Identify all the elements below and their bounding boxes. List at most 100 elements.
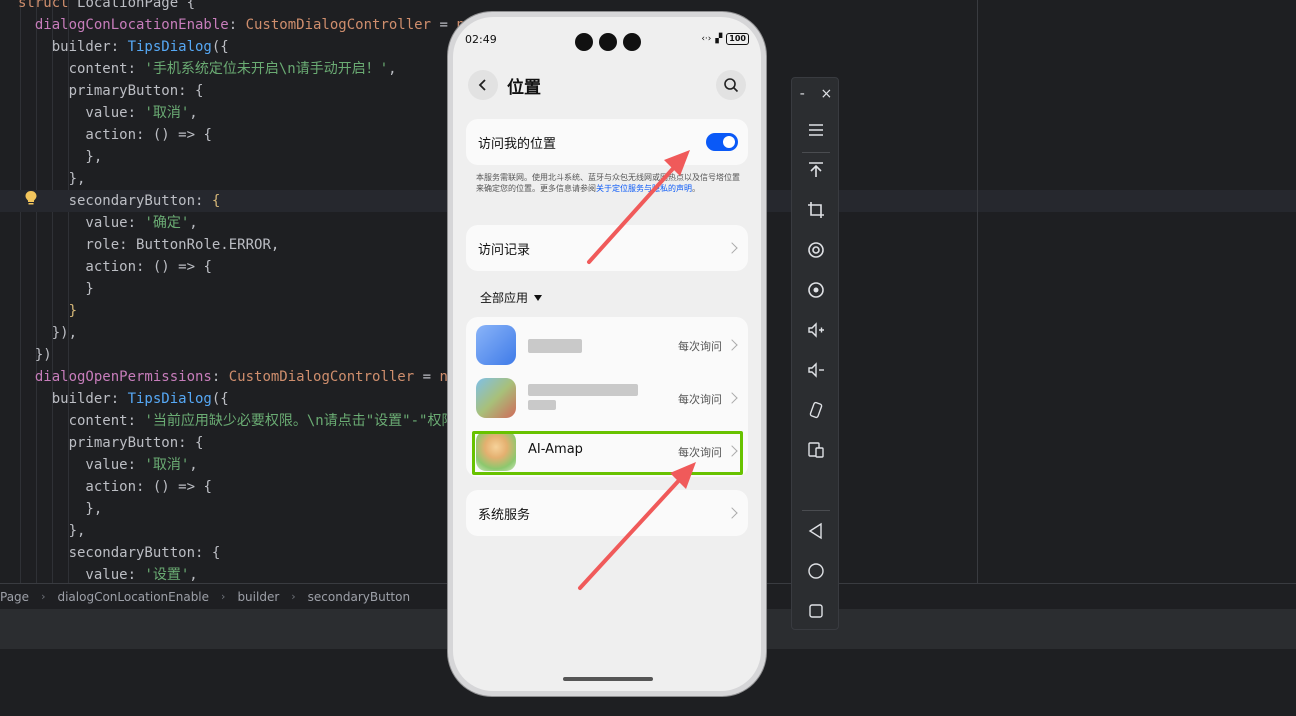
blurred-app-name [528,339,582,353]
code-token: : [110,391,128,407]
location-description: 本服务需联网。使用北斗系统、蓝牙与众包无线网或网热点以及信号塔位置来确定您的位置… [476,172,741,194]
code-token: : () => { [136,479,212,495]
code-token: dialogOpenPermissions [18,369,212,385]
volume-up-icon[interactable] [806,320,826,340]
back-button[interactable] [468,70,498,100]
screenshot-icon[interactable] [806,280,826,300]
code-token: '当前应用缺少必要权限。\n请点击"设置"-"权限"-打 [144,413,487,429]
back-icon[interactable] [806,521,826,541]
signal-icon: ▞ [715,34,723,44]
code-token: primaryButton [18,83,179,99]
app-row[interactable]: 每次询问 [466,372,748,424]
breadcrumb-item[interactable]: dialogConLocationEnable [57,590,209,604]
code-token: : [127,105,145,121]
app-row[interactable]: 每次询问 [466,319,748,371]
app-permission-status: 每次询问 [678,340,722,353]
code-token: builder [18,391,111,407]
location-toggle-label: 访问我的位置 [478,137,557,152]
code-token: , [189,215,198,231]
code-token: CustomDialogController [228,369,415,385]
camera-icon [599,33,617,51]
minimize-button[interactable]: - [800,86,805,102]
editor-right-margin [977,0,978,583]
code-token: }, [18,171,86,187]
code-token: { [211,193,221,209]
toolbar-divider [802,152,830,153]
location-toggle-card: 访问我的位置 [466,119,748,165]
page-title: 位置 [507,78,541,98]
breadcrumb-separator: › [221,590,226,603]
code-token: '手机系统定位未开启\n请手动开启！' [144,61,389,77]
description-end: 。 [692,184,700,193]
code-token: builder [18,39,111,55]
code-token: struct [18,0,78,11]
breadcrumb-separator: › [41,590,46,603]
breadcrumb-item[interactable]: secondaryButton [308,590,410,604]
code-token: } [18,303,78,319]
code-token: ({ [211,39,229,55]
code-token: action [18,479,137,495]
code-token: TipsDialog [127,391,212,407]
code-token: : [127,215,145,231]
code-token: , [189,457,198,473]
search-icon [724,78,739,93]
code-token: : [127,567,145,583]
code-token: } [18,281,94,297]
code-token: : { [195,545,221,561]
app-icon [476,378,516,418]
access-history-label: 访问记录 [478,243,531,258]
code-token: role [18,237,120,253]
multi-device-icon[interactable] [806,440,826,460]
code-token: value [18,105,128,121]
breadcrumb-item[interactable]: builder [237,590,279,604]
highlight-box [472,431,743,475]
code-token: content [18,61,128,77]
phone-emulator: 02:49 ‹·› ▞ 100 位置 访问我的位置 本服务需联网。使用北斗系统、… [448,12,766,696]
blurred-app-name [528,384,638,396]
code-token: '取消' [144,105,190,121]
code-token: , [388,61,397,77]
crop-icon[interactable] [806,200,826,220]
toolbar-divider [802,510,830,511]
recent-apps-icon[interactable] [806,601,826,621]
code-token: : [228,17,246,33]
rotate-screen-icon[interactable] [806,240,826,260]
close-button[interactable]: × [820,86,832,102]
volume-down-icon[interactable] [806,360,826,380]
system-services-card[interactable]: 系统服务 [466,490,748,536]
code-token: : ButtonRole.ERROR, [119,237,280,253]
code-token: secondaryButton [18,545,196,561]
code-token: value [18,567,128,583]
toolbar-header: - × [792,78,840,110]
home-indicator[interactable] [563,677,653,681]
emulator-toolbar: - × [791,77,839,630]
battery-icon: 100 [726,33,749,45]
code-token: }, [18,149,103,165]
home-icon[interactable] [806,561,826,581]
location-toggle[interactable] [706,133,738,151]
rotate-device-icon[interactable] [806,400,826,420]
privacy-link[interactable]: 关于定位服务与隐私的声明 [596,184,692,193]
access-history-card[interactable]: 访问记录 [466,225,748,271]
lightbulb-icon[interactable] [24,190,38,206]
search-button[interactable] [716,70,746,100]
status-icons: ‹·› ▞ 100 [701,33,749,45]
code-token: : () => { [136,259,212,275]
code-token: , [189,105,198,121]
code-token: TipsDialog [127,39,212,55]
breadcrumb-item[interactable]: Page [0,590,29,604]
code-token: '确定' [144,215,190,231]
status-time: 02:49 [465,33,497,46]
phone-screen[interactable]: 02:49 ‹·› ▞ 100 位置 访问我的位置 本服务需联网。使用北斗系统、… [453,17,761,691]
move-to-top-icon[interactable] [806,160,826,180]
app-filter-dropdown[interactable]: 全部应用 [480,289,543,306]
code-token: LocationPage [77,0,187,11]
chevron-right-icon [726,339,738,351]
code-token: : () => { [136,127,212,143]
breadcrumb-separator: › [291,590,296,603]
code-token: = [431,17,457,33]
menu-icon[interactable] [806,120,826,140]
system-services-label: 系统服务 [478,508,531,523]
chevron-left-icon [478,79,486,91]
blurred-app-subtitle [528,400,556,410]
